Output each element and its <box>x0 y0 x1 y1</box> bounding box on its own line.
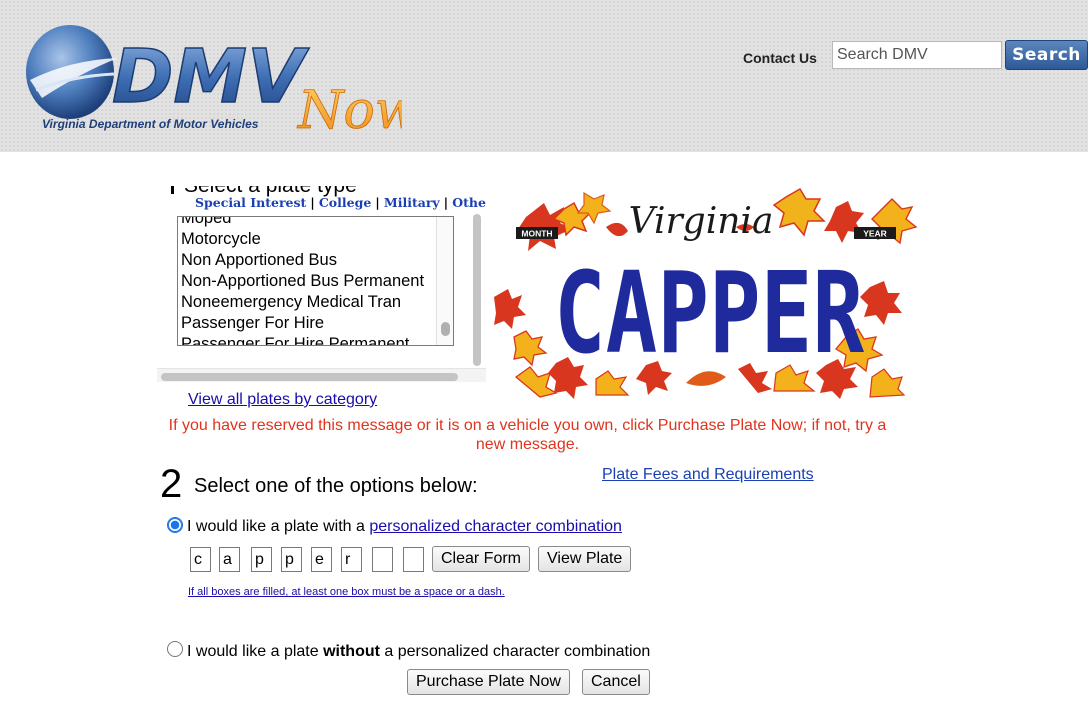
listbox-scrollbar[interactable] <box>436 217 453 345</box>
char-box-1[interactable] <box>190 547 211 572</box>
category-link-other[interactable]: Other <box>452 195 487 210</box>
option-personalized-label[interactable]: I would like a plate with a personalized… <box>187 518 622 536</box>
logo-subtitle: Virginia Department of Motor Vehicles <box>42 117 259 131</box>
reservation-notice: If you have reserved this message or it … <box>168 417 887 453</box>
category-link-college[interactable]: College <box>319 195 371 210</box>
step1-number <box>171 186 174 194</box>
option-plain-label[interactable]: I would like a plate without a personali… <box>187 643 650 661</box>
char-box-3[interactable] <box>251 547 272 572</box>
contact-us-link[interactable]: Contact Us <box>743 50 817 66</box>
list-item[interactable]: Moped <box>178 217 424 229</box>
plate-type-listbox[interactable]: Moped Motorcycle Non Apportioned Bus Non… <box>177 216 454 346</box>
search-input[interactable] <box>832 41 1002 69</box>
cancel-button[interactable]: Cancel <box>582 669 650 695</box>
char-box-6[interactable] <box>341 547 362 572</box>
personalized-combination-link[interactable]: personalized character combination <box>369 518 622 535</box>
plate-category-links: Special Interest|College|Military|Other <box>195 195 487 210</box>
radio-no-personalization[interactable] <box>167 641 183 657</box>
clear-form-button[interactable]: Clear Form <box>432 546 531 572</box>
list-item[interactable]: Passenger For Hire <box>178 313 424 334</box>
plate-month-label: MONTH <box>521 229 552 239</box>
logo-dmv-text: DMV <box>112 34 310 120</box>
list-item[interactable]: Non-Apportioned Bus Permanent <box>178 271 424 292</box>
char-box-7[interactable] <box>372 547 393 572</box>
plate-fees-link[interactable]: Plate Fees and Requirements <box>602 466 814 484</box>
plate-characters: CAPPER <box>554 249 864 379</box>
radio-personalized[interactable] <box>167 517 183 533</box>
category-link-military[interactable]: Military <box>384 195 440 210</box>
char-box-8[interactable] <box>403 547 424 572</box>
list-item[interactable]: Non Apportioned Bus <box>178 250 424 271</box>
dmv-now-logo[interactable]: DMV Now Virginia Department of Motor Veh… <box>22 20 402 140</box>
plate-state-name: Virginia <box>629 201 774 242</box>
plate-preview: MONTH YEAR Virginia CAPPER <box>486 187 924 402</box>
step2-number: 2 <box>160 462 183 506</box>
site-header: DMV Now Virginia Department of Motor Veh… <box>0 0 1088 152</box>
char-box-5[interactable] <box>311 547 332 572</box>
category-link-special-interest[interactable]: Special Interest <box>195 195 306 210</box>
list-item[interactable]: Motorcycle <box>178 229 424 250</box>
plate-year-label: YEAR <box>863 229 887 239</box>
list-item[interactable]: Noneemergency Medical Tran <box>178 292 424 313</box>
list-item[interactable]: Passenger For Hire Permanent <box>178 334 424 345</box>
logo-now-text: Now <box>296 81 402 140</box>
char-box-2[interactable] <box>219 547 240 572</box>
plate-type-frame: Select a plate type Special Interest|Col… <box>157 186 487 388</box>
view-plate-button[interactable]: View Plate <box>538 546 632 572</box>
purchase-plate-button[interactable]: Purchase Plate Now <box>407 669 570 695</box>
search-button[interactable]: Search <box>1005 40 1088 70</box>
character-rule-hint[interactable]: If all boxes are filled, at least one bo… <box>188 586 505 598</box>
frame-horizontal-scrollbar[interactable] <box>157 368 487 382</box>
char-box-4[interactable] <box>281 547 302 572</box>
step2-title: Select one of the options below: <box>194 475 478 497</box>
view-all-plates-link[interactable]: View all plates by category <box>188 391 377 409</box>
frame-vertical-scrollbar[interactable] <box>471 214 483 366</box>
